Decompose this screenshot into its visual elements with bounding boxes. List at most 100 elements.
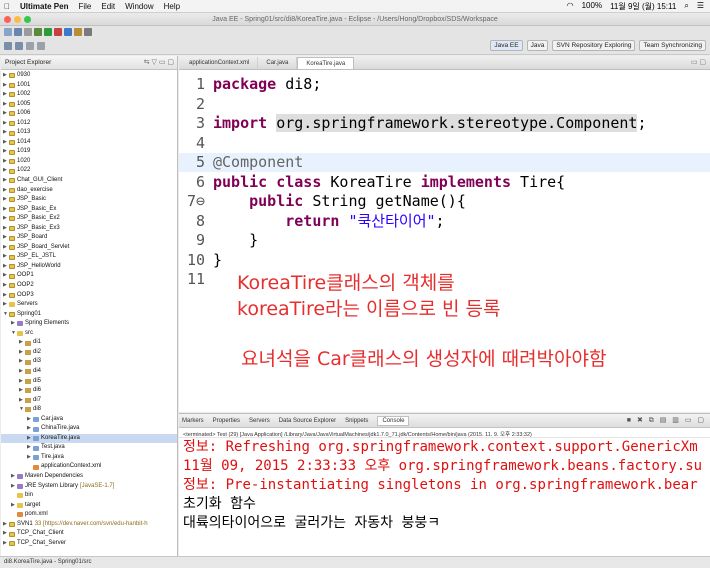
tree-item[interactable]: ▶ di2: [1, 348, 177, 358]
tree-item[interactable]: ▶ di4: [1, 367, 177, 377]
perspective-svn[interactable]: SVN Repository Exploring: [552, 40, 636, 51]
save-icon[interactable]: [14, 27, 22, 36]
tree-item[interactable]: ▶ JSP_Basic_Ex2: [1, 214, 177, 224]
tree-item[interactable]: ▶ target: [1, 501, 177, 511]
tab-console[interactable]: Console: [377, 415, 410, 426]
new-class-icon[interactable]: [64, 27, 72, 36]
menu-help[interactable]: Help: [164, 2, 180, 11]
external-tools-icon[interactable]: [54, 27, 62, 36]
tab-servers[interactable]: Servers: [249, 418, 270, 424]
new-icon[interactable]: [4, 27, 12, 36]
tree-item[interactable]: ▶ 1005: [1, 100, 177, 110]
tree-item[interactable]: ▶ di7: [1, 396, 177, 406]
open-type-icon[interactable]: [74, 27, 82, 36]
tree-item[interactable]: ▶ KoreaTire.java: [1, 433, 177, 444]
tab-korea-tire[interactable]: KoreaTire.java: [297, 57, 355, 69]
run-icon[interactable]: [44, 27, 52, 36]
debug-icon[interactable]: [34, 27, 42, 36]
tab-data-source-explorer[interactable]: Data Source Explorer: [279, 418, 336, 424]
tree-item[interactable]: ▶ JSP_Board: [1, 233, 177, 243]
tree-item[interactable]: ▶ 1006: [1, 109, 177, 119]
zoom-window-button[interactable]: [24, 16, 31, 23]
tree-item[interactable]: ▶ dao_exercise: [1, 186, 177, 196]
tree-item[interactable]: ▶ 0930: [1, 71, 177, 81]
tree-item[interactable]: ▶ Maven Dependencies: [1, 472, 177, 482]
tree-item[interactable]: pom.xml: [1, 510, 177, 520]
project-explorer-header[interactable]: Project Explorer ⇆ ▽ ▭ ▢: [1, 56, 177, 70]
tree-item-label: JSP_Basic_Ex3: [17, 224, 60, 231]
tab-markers[interactable]: Markers: [182, 418, 204, 424]
tree-item[interactable]: ▶ 1020: [1, 157, 177, 167]
tree-item[interactable]: ▶ JSP_Basic_Ex3: [1, 224, 177, 234]
perspective-java-ee[interactable]: Java EE: [490, 40, 523, 51]
tree-item[interactable]: ▶ 1014: [1, 138, 177, 148]
tree-item[interactable]: ▶ TCP_Chat_Server: [1, 539, 177, 549]
view-controls[interactable]: ⇆ ▽ ▭ ▢: [144, 56, 174, 70]
console-output[interactable]: 정보: Refreshing org.springframework.conte…: [179, 438, 710, 533]
battery-status[interactable]: 100%: [582, 1, 602, 12]
tree-item[interactable]: ▶ TCP_Chat_Client: [1, 529, 177, 539]
tree-item[interactable]: ▶ di6: [1, 386, 177, 396]
tree-item-label: 1022: [17, 167, 31, 174]
tree-item[interactable]: ▼ Spring01: [1, 310, 177, 320]
search-tool-icon[interactable]: [84, 27, 92, 36]
last-edit-icon[interactable]: [26, 41, 34, 50]
perspective-team-sync[interactable]: Team Synchronizing: [639, 40, 706, 51]
clock[interactable]: 11월 9일 (월) 15:11: [610, 1, 676, 12]
tree-item[interactable]: ▶ JSP_HelloWorld: [1, 262, 177, 272]
tree-item[interactable]: ▶ 1012: [1, 119, 177, 129]
perspective-java[interactable]: Java: [526, 40, 549, 51]
back-icon[interactable]: [4, 41, 12, 50]
tree-item[interactable]: ▶ OOP3: [1, 291, 177, 301]
wifi-icon[interactable]: ◠: [567, 1, 574, 12]
tab-properties[interactable]: Properties: [213, 418, 240, 424]
apple-icon[interactable]: : [4, 2, 10, 11]
forward-icon[interactable]: [15, 41, 23, 50]
tree-item[interactable]: ▼ src: [1, 329, 177, 339]
tab-snippets[interactable]: Snippets: [345, 418, 368, 424]
close-window-button[interactable]: [4, 16, 11, 23]
tree-item[interactable]: ▶ JSP_EL_JSTL: [1, 252, 177, 262]
minimize-window-button[interactable]: [14, 16, 21, 23]
editor-view-controls[interactable]: ▭ ▢: [691, 58, 706, 66]
tree-item[interactable]: ▶ JSP_Board_Servlet: [1, 243, 177, 253]
search-icon[interactable]: ⌕: [684, 1, 688, 12]
tree-item-label: applicationContext.xml: [41, 463, 102, 470]
tree-item[interactable]: ▶ 1002: [1, 90, 177, 100]
console-toolbar[interactable]: ■ ✖ ⧉ ▤ ▥ ▭ ▢: [627, 416, 706, 425]
menu-window[interactable]: Window: [125, 2, 153, 11]
tree-item[interactable]: ▶ di3: [1, 357, 177, 367]
tree-item[interactable]: ▶ di5: [1, 377, 177, 387]
tab-car-java[interactable]: Car.java: [258, 57, 298, 69]
menu-edit[interactable]: Edit: [101, 2, 115, 11]
tree-item[interactable]: ▶ di1: [1, 338, 177, 348]
print-icon[interactable]: [24, 27, 32, 36]
tree-item[interactable]: ▶ 1022: [1, 166, 177, 176]
tree-item[interactable]: ▶ OOP1: [1, 271, 177, 281]
tree-item[interactable]: ▶ Chat_GUI_Client: [1, 176, 177, 186]
tree-item[interactable]: ▶ 1019: [1, 147, 177, 157]
line-number: 3: [195, 114, 205, 132]
tree-item[interactable]: applicationContext.xml: [1, 462, 177, 472]
app-menu[interactable]: Ultimate Pen: [20, 2, 68, 11]
list-icon[interactable]: ☰: [697, 1, 704, 12]
tree-item[interactable]: ▶ OOP2: [1, 281, 177, 291]
tree-item[interactable]: ▶ Car.java: [1, 415, 177, 425]
tree-item[interactable]: ▶ Test.java: [1, 443, 177, 453]
tree-item[interactable]: ▶ JSP_Basic_Ex: [1, 205, 177, 215]
tree-item[interactable]: ▶ 1001: [1, 81, 177, 91]
tree-item[interactable]: ▶ JRE System Library [JavaSE-1.7]: [1, 482, 177, 492]
perspective-switcher: Java EE Java SVN Repository Exploring Te…: [490, 40, 706, 51]
tree-item[interactable]: ▼ di8: [1, 405, 177, 415]
tree-item[interactable]: ▶ SVN1 33 [https://dev.naver.com/svn/edu-h…: [1, 520, 177, 530]
tree-item[interactable]: ▶ Servers: [1, 300, 177, 310]
tree-item[interactable]: ▶ ChinaTire.java: [1, 424, 177, 434]
tab-application-context[interactable]: applicationContext.xml: [181, 57, 259, 69]
pin-icon[interactable]: [37, 41, 45, 50]
tree-item[interactable]: ▶ 1013: [1, 128, 177, 138]
tree-item[interactable]: ▶ JSP_Basic: [1, 195, 177, 205]
menu-file[interactable]: File: [78, 2, 91, 11]
tree-item[interactable]: ▶ Tire.java: [1, 453, 177, 463]
tree-item[interactable]: ▶ Spring Elements: [1, 319, 177, 329]
tree-item[interactable]: bin: [1, 491, 177, 501]
